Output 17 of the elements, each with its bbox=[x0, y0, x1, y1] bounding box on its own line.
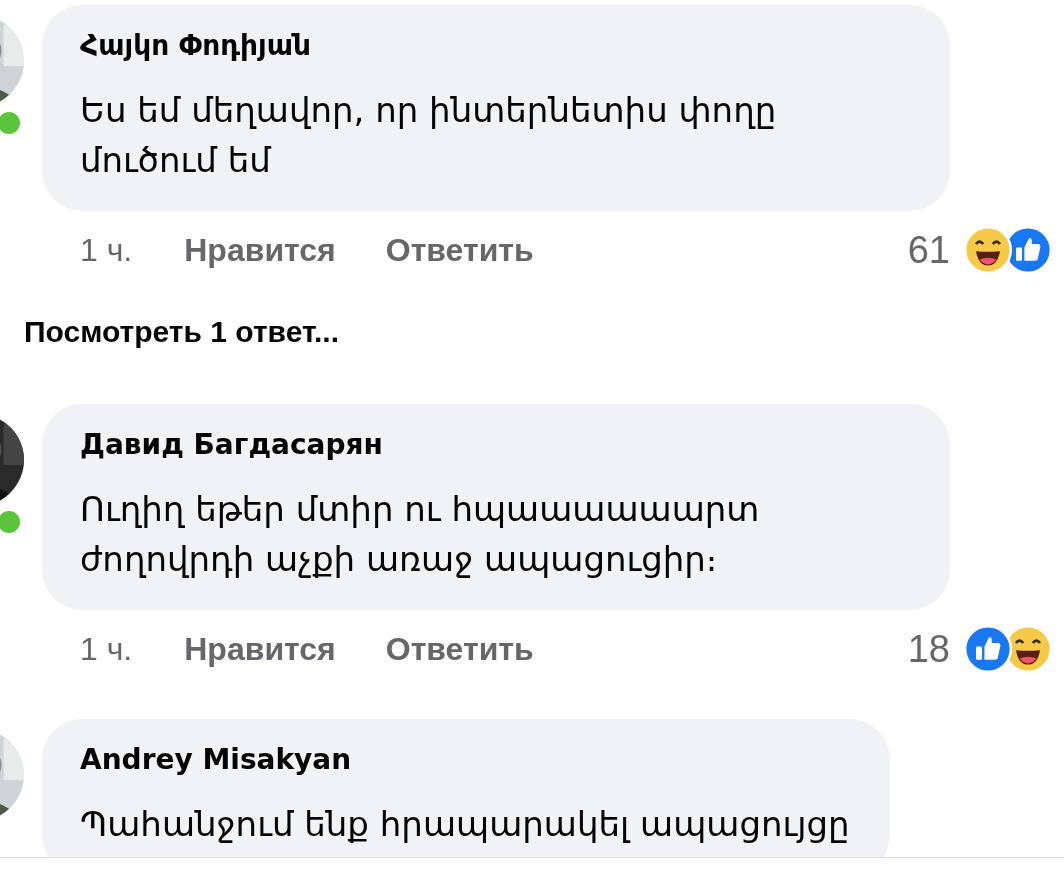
reaction-count[interactable]: 18 bbox=[907, 627, 950, 671]
comment-author[interactable]: Давид Багдасарян bbox=[80, 426, 910, 464]
reply-link[interactable]: Ответить bbox=[385, 630, 534, 668]
thumbs-up-icon bbox=[964, 625, 1012, 673]
like-link[interactable]: Нравится bbox=[184, 231, 336, 269]
like-link[interactable]: Нравится bbox=[184, 630, 336, 668]
reply-link[interactable]: Ответить bbox=[385, 231, 534, 269]
comment-time[interactable]: 1 ч. bbox=[80, 231, 133, 269]
comment-text: Ուղիղ եթեր մտիր ու հպաաաաաարտ ժողովրդի աչքի առաջ ապացուցիր։ bbox=[80, 488, 761, 581]
comment-author[interactable]: Andrey Misakyan bbox=[80, 741, 850, 779]
comment-text: Պահանջում ենք հրապարակել ապացույցը bbox=[80, 803, 850, 846]
comment-author[interactable]: Հայկո Փոդիյան bbox=[80, 27, 910, 65]
comment-time[interactable]: 1 ч. bbox=[80, 630, 133, 668]
laughing-face-icon bbox=[964, 226, 1012, 274]
reaction-count[interactable]: 61 bbox=[907, 228, 950, 272]
view-replies-link[interactable]: Посмотреть 1 ответ... bbox=[24, 315, 1064, 349]
comment-text: Ես եմ մեղավոր, որ ինտերնետիս փողը մուծում եմ bbox=[80, 89, 778, 182]
